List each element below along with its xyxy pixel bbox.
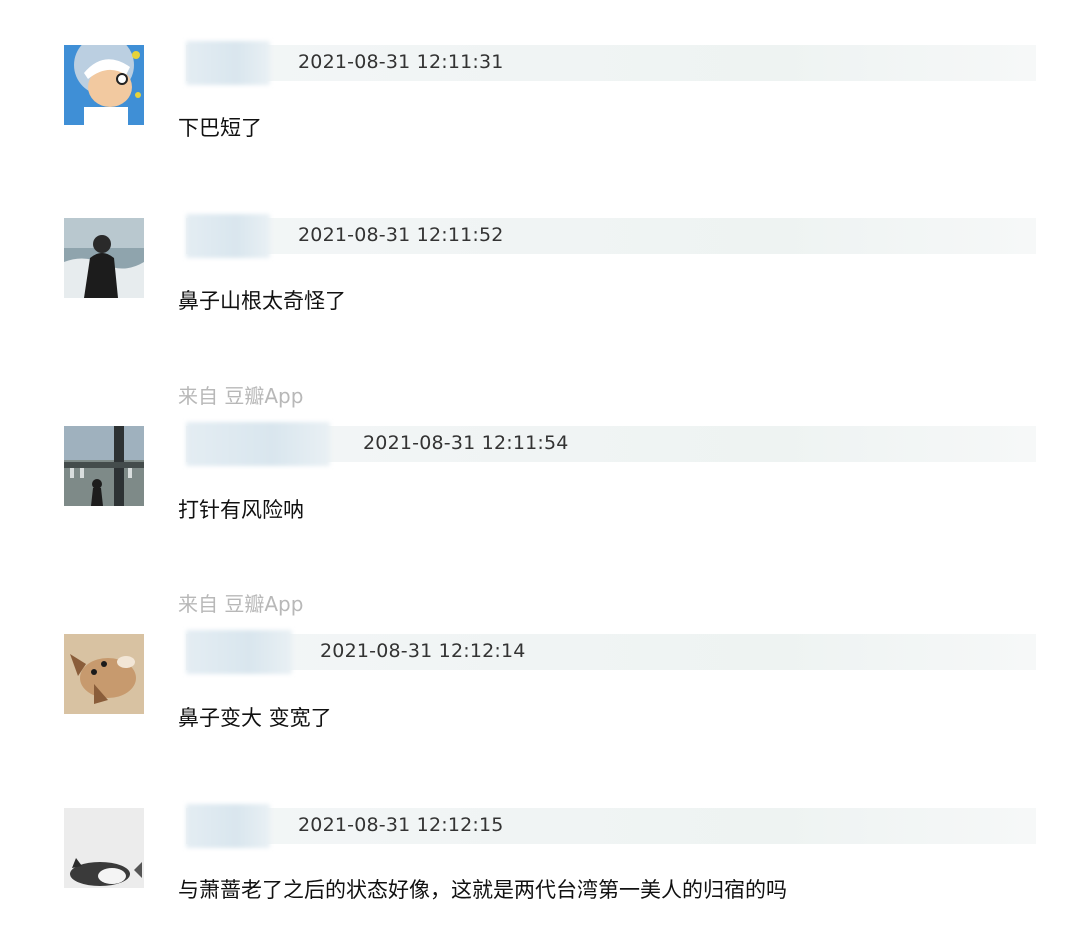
comment-text: 下巴短了	[178, 116, 262, 140]
cat-avatar[interactable]	[64, 808, 144, 888]
username-blurred[interactable]	[186, 804, 270, 848]
cartoon-boy-avatar[interactable]	[64, 45, 144, 125]
comment-text: 与萧蔷老了之后的状态好像，这就是两代台湾第一美人的归宿的吗	[178, 878, 787, 902]
comment-source: 来自 豆瓣App	[178, 384, 304, 408]
person-by-sea-avatar[interactable]	[64, 218, 144, 298]
username-blurred[interactable]	[186, 214, 270, 258]
username-blurred[interactable]	[186, 630, 292, 674]
comment-timestamp: 2021-08-31 12:11:31	[298, 51, 504, 73]
username-blurred[interactable]	[186, 41, 270, 85]
comment-timestamp: 2021-08-31 12:12:14	[320, 640, 526, 662]
comment-text: 鼻子山根太奇怪了	[178, 289, 346, 313]
comment-source: 来自 豆瓣App	[178, 592, 304, 616]
comment-meta-bar: 2021-08-31 12:11:31	[186, 41, 1036, 85]
comment-timestamp: 2021-08-31 12:11:54	[363, 432, 569, 454]
comment-meta-bar: 2021-08-31 12:11:54	[186, 422, 1036, 466]
comment-meta-bar: 2021-08-31 12:12:15	[186, 804, 1036, 848]
comment-meta-bar: 2021-08-31 12:12:14	[186, 630, 1036, 674]
username-blurred[interactable]	[186, 422, 330, 466]
comment-timestamp: 2021-08-31 12:12:15	[298, 814, 504, 836]
comment-meta-bar: 2021-08-31 12:11:52	[186, 214, 1036, 258]
street-scene-avatar[interactable]	[64, 426, 144, 506]
comment-text: 鼻子变大 变宽了	[178, 706, 332, 730]
puppy-avatar[interactable]	[64, 634, 144, 714]
comment-text: 打针有风险呐	[178, 498, 304, 522]
comment-timestamp: 2021-08-31 12:11:52	[298, 224, 504, 246]
